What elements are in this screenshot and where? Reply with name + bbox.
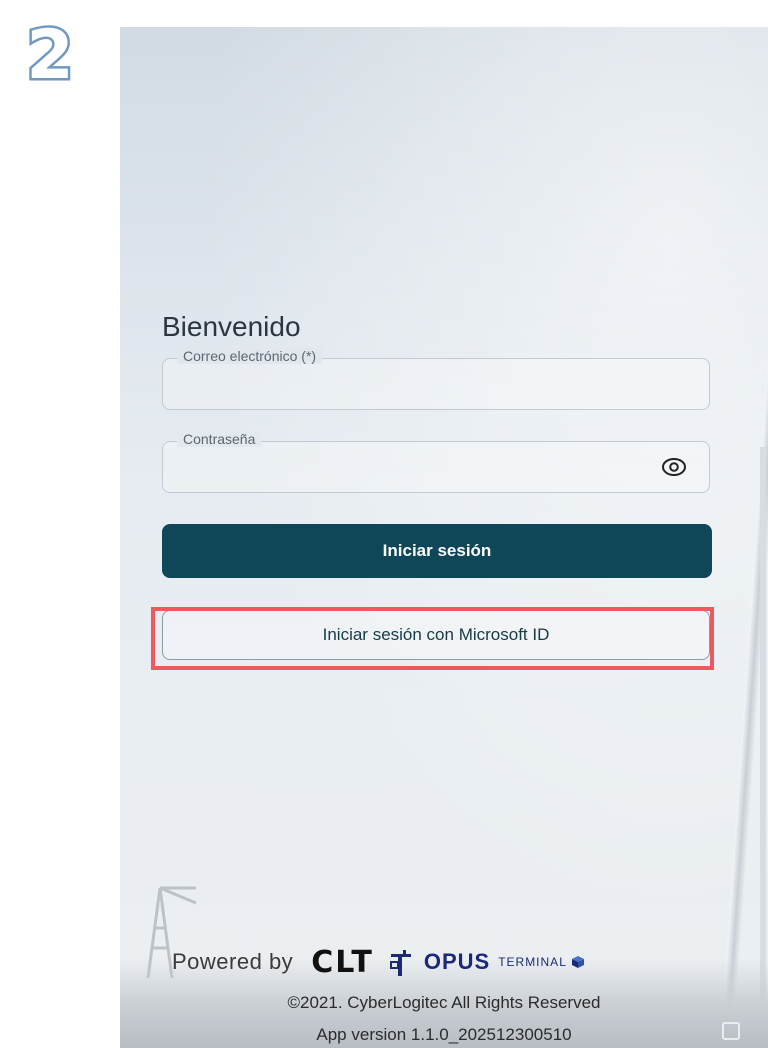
welcome-title: Bienvenido (162, 311, 301, 342)
step-number-text: 2 (26, 22, 73, 86)
powered-by-text: Powered by (172, 949, 294, 974)
login-button[interactable]: Iniciar sesión (162, 524, 712, 578)
powered-by-bar: Powered by CLT OPUS TERMINAL (172, 944, 732, 980)
clt-logo: CLT (311, 944, 374, 980)
password-field-label: Contraseña (177, 431, 262, 447)
opus-logo: OPUS (423, 949, 491, 974)
email-field-label: Correo electrónico (*) (177, 348, 323, 364)
terminal-logo: TERMINAL (498, 955, 567, 969)
eye-icon[interactable] (661, 456, 687, 478)
email-field[interactable]: Correo electrónico (*) (162, 348, 710, 410)
step-number-badge: 2 (24, 22, 76, 86)
cube-icon (571, 956, 584, 968)
app-version-text: App version 1.1.0_202512300510 (316, 1025, 572, 1044)
crane-icon (389, 950, 411, 976)
copyright-text: ©2021. CyberLogitec All Rights Reserved (287, 993, 601, 1012)
microsoft-login-button[interactable]: Iniciar sesión con Microsoft ID (162, 610, 710, 660)
background-pole-secondary (760, 447, 766, 1047)
password-field[interactable]: Contraseña (162, 431, 710, 493)
corner-app-icon (722, 1022, 740, 1040)
login-screen: Bienvenido Correo electrónico (*) Contra… (120, 27, 768, 1048)
